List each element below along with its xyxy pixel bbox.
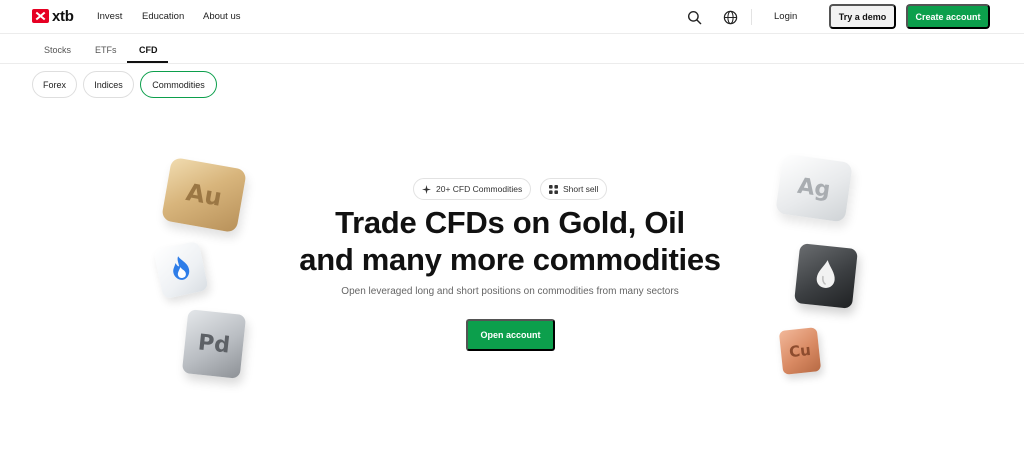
pill-forex[interactable]: Forex (32, 71, 77, 98)
hero-subtitle: Open leveraged long and short positions … (341, 286, 679, 297)
login-link[interactable]: Login (774, 11, 797, 22)
copper-symbol: Cu (788, 340, 812, 362)
palladium-tile: Pd (181, 309, 247, 379)
try-demo-button[interactable]: Try a demo (829, 4, 896, 29)
grid-icon (549, 184, 558, 194)
tag-short-sell: Short sell (540, 178, 608, 200)
nav-education[interactable]: Education (142, 11, 184, 22)
copper-tile: Cu (778, 327, 822, 375)
nav-invest[interactable]: Invest (97, 11, 122, 22)
pill-commodities[interactable]: Commodities (140, 71, 217, 98)
gold-tile: Au (161, 156, 247, 234)
palladium-symbol: Pd (196, 329, 232, 359)
tab-cfd[interactable]: CFD (139, 45, 158, 55)
hero-title: Trade CFDs on Gold, Oil and many more co… (250, 204, 770, 278)
pill-indices[interactable]: Indices (83, 71, 134, 98)
nav-about-us[interactable]: About us (203, 11, 241, 22)
tab-etfs[interactable]: ETFs (95, 45, 117, 55)
oil-tile (794, 243, 858, 309)
top-navigation: xtb Invest Education About us Login Try … (0, 0, 1024, 34)
create-account-button[interactable]: Create account (906, 4, 990, 29)
tag-short-sell-label: Short sell (563, 184, 599, 194)
product-subnav: Stocks ETFs CFD (0, 35, 1024, 64)
search-icon[interactable] (685, 8, 703, 26)
hero-title-line-2: and many more commodities (299, 242, 721, 277)
gold-symbol: Au (183, 178, 224, 212)
gas-tile (153, 240, 209, 300)
hero-title-line-1: Trade CFDs on Gold, Oil (335, 205, 685, 240)
tab-stocks[interactable]: Stocks (44, 45, 71, 55)
tag-cfd-commodities: 20+ CFD Commodities (413, 178, 532, 200)
xtb-logo[interactable]: xtb (32, 7, 74, 25)
sparkle-icon (422, 184, 431, 194)
open-account-button[interactable]: Open account (466, 319, 555, 351)
xtb-logo-icon (32, 9, 49, 23)
nav-divider (751, 9, 752, 25)
silver-symbol: Ag (796, 173, 832, 203)
active-tab-indicator (127, 61, 168, 63)
oil-drop-icon (813, 258, 838, 294)
globe-icon[interactable] (721, 8, 739, 26)
tag-cfd-commodities-label: 20+ CFD Commodities (436, 184, 523, 194)
flame-icon (167, 253, 195, 287)
logo-text: xtb (52, 7, 74, 25)
silver-tile: Ag (775, 153, 853, 223)
